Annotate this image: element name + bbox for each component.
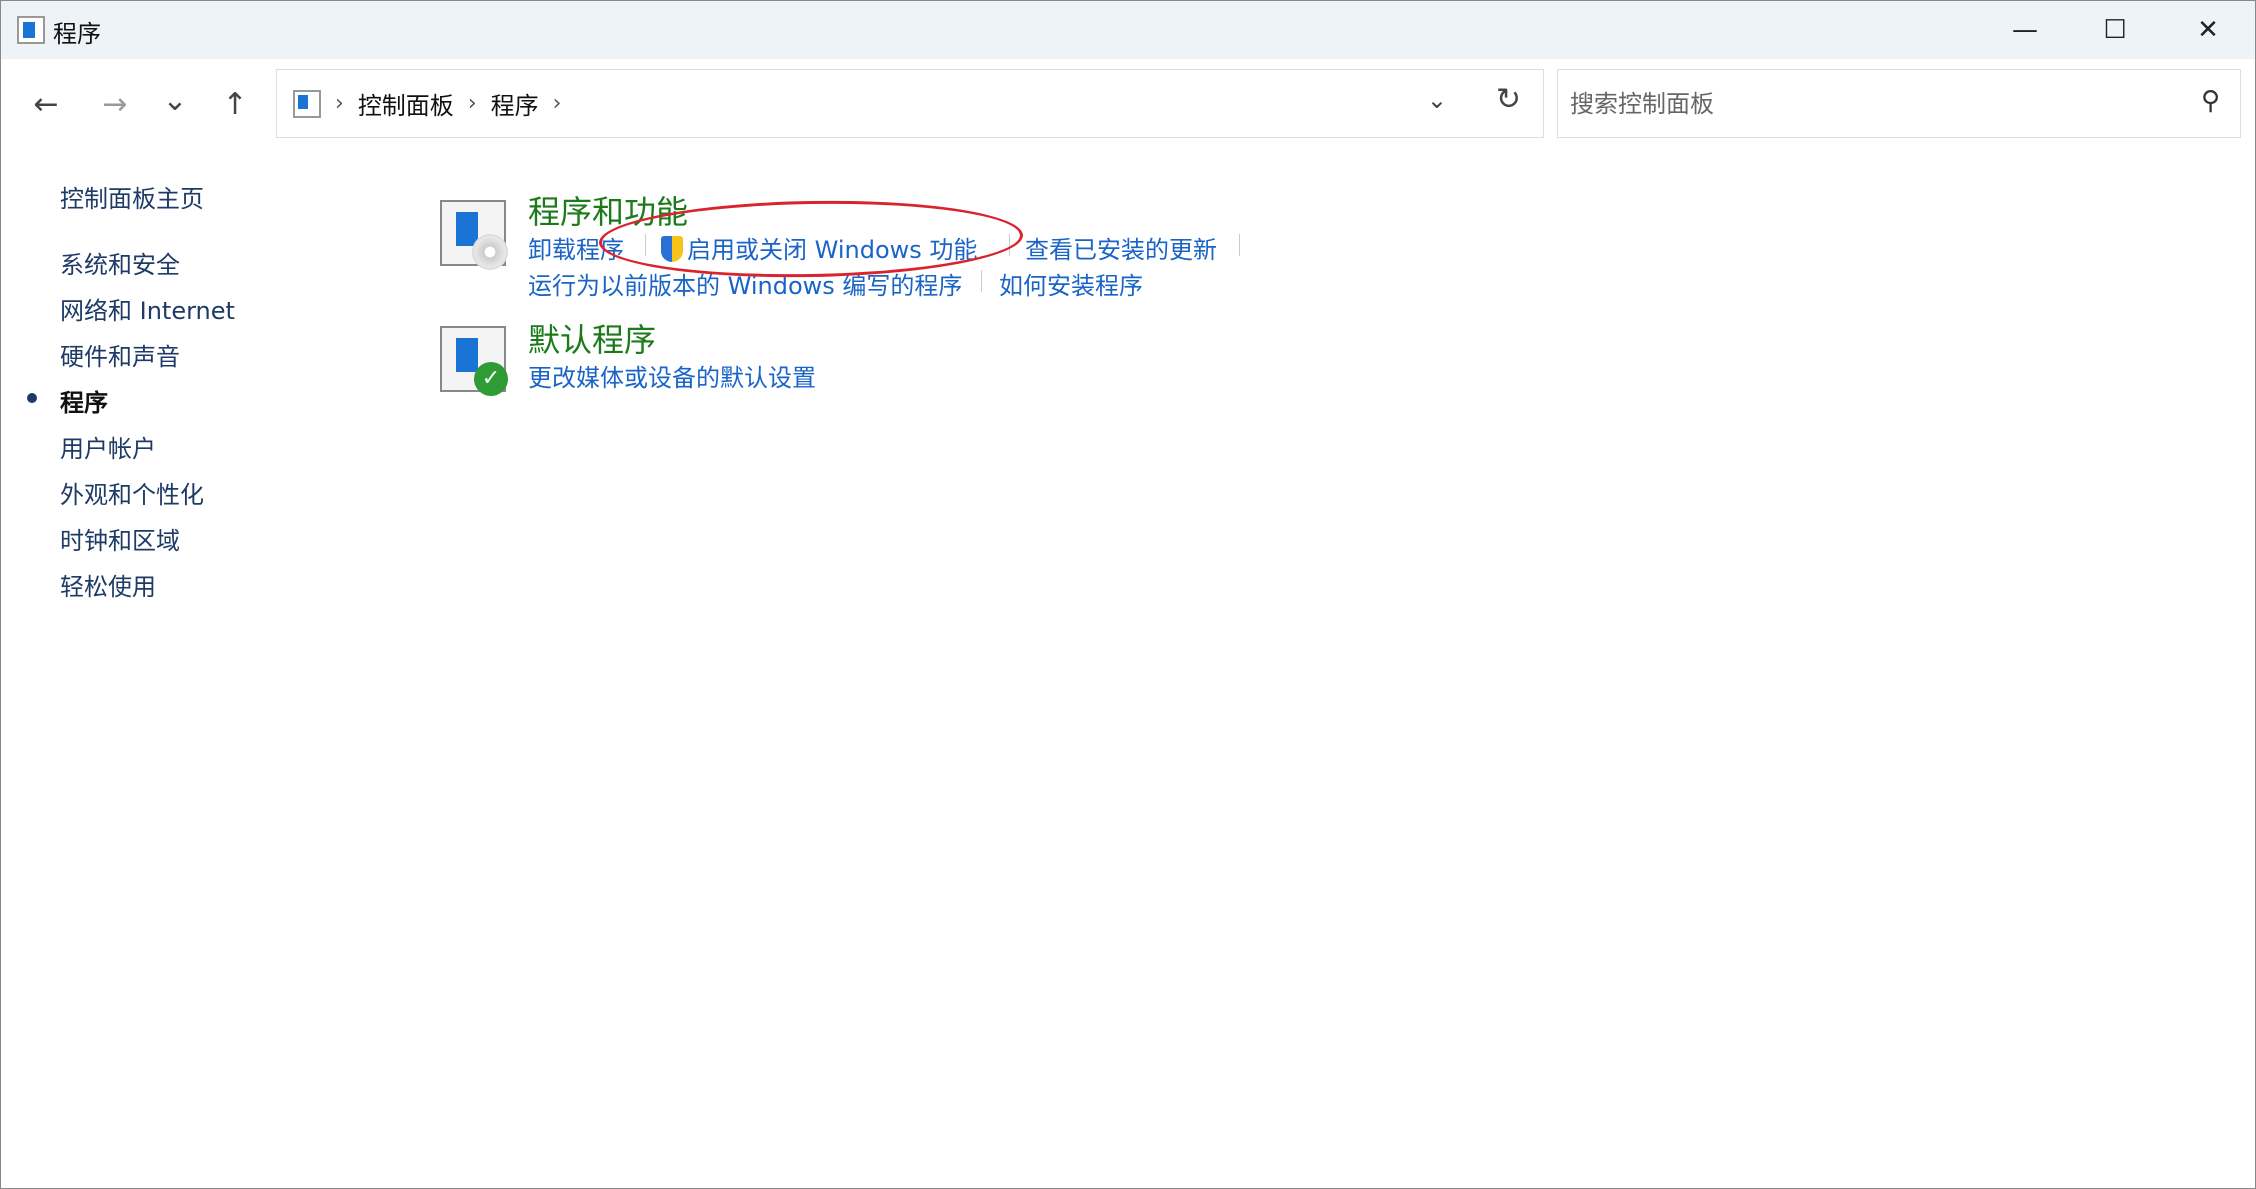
up-button[interactable]: ↑: [215, 87, 255, 122]
view-installed-updates-link[interactable]: 查看已安装的更新: [1025, 230, 1217, 265]
breadcrumb-separator: ›: [335, 91, 344, 116]
sidebar-item-hardware[interactable]: 硬件和声音: [60, 337, 180, 372]
back-button[interactable]: ←: [26, 87, 66, 122]
control-panel-icon: [17, 16, 45, 44]
search-icon[interactable]: ⚲: [2201, 86, 2220, 116]
minimize-button[interactable]: —: [1980, 1, 2070, 59]
sidebar-item-home[interactable]: 控制面板主页: [60, 179, 204, 214]
breadcrumb-separator[interactable]: ›: [553, 91, 562, 116]
current-item-bullet: [27, 393, 37, 403]
breadcrumb-separator[interactable]: ›: [468, 91, 477, 116]
sidebar-item-user-accounts[interactable]: 用户帐户: [60, 429, 156, 464]
change-default-settings-link[interactable]: 更改媒体或设备的默认设置: [528, 358, 816, 393]
sidebar-item-clock-region[interactable]: 时钟和区域: [60, 521, 180, 556]
recent-locations-button[interactable]: ⌄: [155, 83, 195, 118]
maximize-button[interactable]: ☐: [2070, 1, 2160, 59]
chevron-down-icon[interactable]: ⌄: [1427, 86, 1447, 114]
breadcrumb-programs[interactable]: 程序: [491, 86, 539, 121]
address-bar[interactable]: › 控制面板 › 程序 › ⌄ ↻: [276, 69, 1544, 138]
sidebar-item-ease-of-access[interactable]: 轻松使用: [60, 567, 156, 602]
default-programs-icon[interactable]: ✓: [440, 326, 508, 396]
window-title: 程序: [53, 20, 101, 48]
search-input[interactable]: [1570, 89, 2170, 118]
programs-features-icon[interactable]: [440, 200, 508, 270]
forward-button[interactable]: →: [95, 87, 135, 122]
refresh-icon[interactable]: ↻: [1496, 82, 1521, 117]
sidebar-item-network[interactable]: 网络和 Internet: [60, 291, 235, 326]
sidebar-item-programs[interactable]: 程序: [60, 383, 108, 418]
divider: [981, 270, 982, 292]
default-programs-heading[interactable]: 默认程序: [528, 315, 656, 361]
search-box: ⚲: [1557, 69, 2241, 138]
sidebar-item-system-security[interactable]: 系统和安全: [60, 245, 180, 280]
sidebar-item-appearance[interactable]: 外观和个性化: [60, 475, 204, 510]
divider: [1239, 234, 1240, 256]
close-button[interactable]: ✕: [2163, 1, 2253, 59]
checkmark-icon: ✓: [474, 362, 508, 396]
control-panel-icon: [293, 89, 321, 118]
title-bar: 程序 — ☐ ✕: [1, 1, 2255, 59]
how-to-install-link[interactable]: 如何安装程序: [999, 266, 1143, 301]
breadcrumb-control-panel[interactable]: 控制面板: [358, 86, 454, 121]
